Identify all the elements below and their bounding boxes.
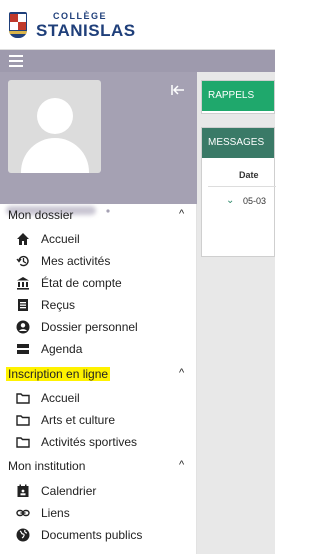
sidebar-item-label: Accueil [41, 391, 80, 405]
sidebar-item-documents-publics[interactable]: Documents publics [0, 524, 197, 546]
sidebar-item-label: Agenda [41, 342, 83, 356]
messages-panel: MESSAGES Date ⌄ 05-03 [201, 127, 276, 257]
history-icon [16, 254, 30, 268]
sidebar-item-liens[interactable]: Liens [0, 502, 197, 524]
link-icon [16, 506, 30, 520]
avatar [8, 80, 101, 173]
section-mon-institution[interactable]: Mon institution ^ [0, 456, 197, 477]
sidebar-item-inscription-accueil[interactable]: Accueil [0, 387, 197, 409]
messages-header[interactable]: MESSAGES [202, 128, 274, 158]
sidebar-item-etat-de-compte[interactable]: État de compte [0, 272, 197, 294]
account-circle-icon [16, 320, 30, 334]
sidebar-item-label: État de compte [41, 276, 122, 290]
sidebar-item-label: Dossier personnel [41, 320, 138, 334]
sidebar-item-label: Arts et culture [41, 413, 116, 427]
bank-icon [16, 276, 30, 290]
sidebar-item-label: Reçus [41, 298, 76, 312]
school-crest-logo [9, 12, 27, 38]
sidebar-item-mes-activites[interactable]: Mes activités [0, 250, 197, 272]
sidebar-item-label: Mes activités [41, 254, 111, 268]
calendar-icon [16, 484, 30, 498]
rappels-panel: RAPPELS [201, 80, 275, 114]
chevron-up-icon: ^ [179, 208, 185, 220]
sidebar-item-label: Documents publics [41, 528, 143, 542]
chevron-down-icon[interactable]: ⌄ [226, 195, 234, 206]
collapse-sidebar-icon[interactable] [171, 84, 185, 96]
message-date: 05-03 [243, 196, 267, 206]
chevron-up-icon: ^ [179, 367, 185, 379]
sidebar-item-activites-sportives[interactable]: Activités sportives [0, 431, 197, 453]
chevron-up-icon: ^ [179, 459, 185, 471]
main-content: RAPPELS MESSAGES Date ⌄ 05-03 [197, 72, 276, 554]
sidebar-item-label: Activités sportives [41, 435, 138, 449]
sidebar-item-accueil[interactable]: Accueil [0, 228, 197, 250]
sidebar-item-agenda[interactable]: Agenda [0, 338, 197, 360]
brand-title: STANISLAS [36, 21, 136, 40]
section-title: Mon dossier [8, 208, 74, 222]
folder-icon [16, 435, 30, 449]
section-inscription-en-ligne[interactable]: Inscription en ligne ^ [0, 364, 197, 385]
sidebar-item-label: Liens [41, 506, 70, 520]
sidebar: Mon dossier ^ Accueil Mes activités État… [0, 72, 197, 554]
top-bar [0, 50, 275, 72]
sidebar-item-recus[interactable]: Reçus [0, 294, 197, 316]
hamburger-menu-icon[interactable] [9, 55, 23, 67]
sidebar-item-label: Calendrier [41, 484, 97, 498]
app-header: COLLÈGE STANISLAS [0, 0, 275, 50]
home-icon [16, 232, 30, 246]
globe-icon [16, 528, 30, 542]
section-title: Mon institution [8, 459, 86, 473]
sidebar-item-calendrier[interactable]: Calendrier [0, 480, 197, 502]
section-title: Inscription en ligne [6, 367, 111, 381]
profile-panel [0, 72, 197, 217]
folder-icon [16, 391, 30, 405]
folder-icon [16, 413, 30, 427]
brand-subtitle: COLLÈGE [53, 11, 108, 21]
sidebar-item-arts-et-culture[interactable]: Arts et culture [0, 409, 197, 431]
rappels-header[interactable]: RAPPELS [202, 81, 274, 111]
section-mon-dossier[interactable]: Mon dossier ^ [0, 205, 197, 226]
agenda-icon [16, 342, 30, 356]
sidebar-item-dossier-personnel[interactable]: Dossier personnel [0, 316, 197, 338]
divider [208, 186, 276, 187]
sidebar-item-label: Accueil [41, 232, 80, 246]
column-header-date[interactable]: Date [239, 170, 259, 180]
receipt-icon [16, 298, 30, 312]
